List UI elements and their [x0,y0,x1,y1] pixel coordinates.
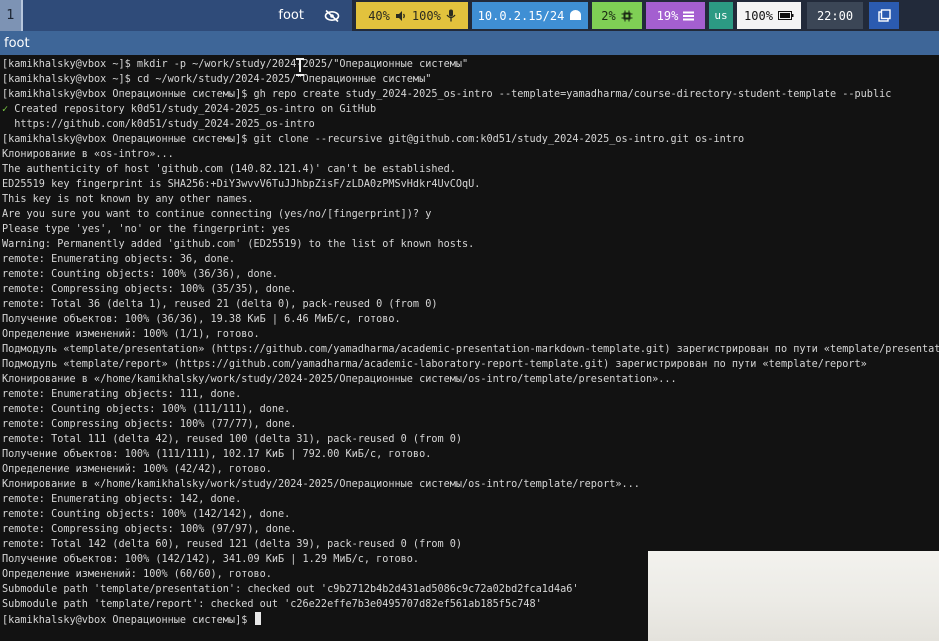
battery-module[interactable]: 100% [737,2,801,29]
text-cursor-icon [296,58,304,76]
focused-window-area [23,0,278,31]
terminal-line: remote: Compressing objects: 100% (35/35… [2,284,297,295]
microphone-icon [446,9,456,22]
terminal-line: Please type 'yes', 'no' or the fingerpri… [2,224,291,235]
terminal-line: Получение объектов: 100% (36/36), 19.38 … [2,314,401,325]
terminal-line: remote: Compressing objects: 100% (77/77… [2,419,297,430]
workspace-number: 1 [6,8,15,23]
terminal-line: This key is not known by any other names… [2,194,254,205]
terminal-line: https://github.com/k0d51/study_2024-2025… [2,119,315,130]
battery-icon [777,11,794,20]
terminal-line: Подмодуль «template/presentation» (https… [2,344,939,355]
speaker-icon [395,10,405,21]
terminal-line: remote: Total 36 (delta 1), reused 21 (d… [2,299,438,310]
battery-value: 100% [744,8,773,23]
terminal-line: remote: Enumerating objects: 111, done. [2,389,242,400]
idle-inhibitor-button[interactable] [312,0,352,31]
chip-icon [621,10,633,21]
clock[interactable]: 22:00 [807,2,863,29]
terminal-line: remote: Compressing objects: 100% (97/97… [2,524,297,535]
mic-value: 100% [411,8,441,23]
window-title: foot [4,35,30,51]
top-bar: 1 foot 40% 100% 10.0.2.15/24 2% 19% us 1… [0,0,939,31]
terminal-line: Клонирование в «/home/kamikhalsky/work/s… [2,479,640,490]
terminal-line: remote: Enumerating objects: 36, done. [2,254,236,265]
terminal-line: [kamikhalsky@vbox Операционные системы]$… [2,89,892,100]
keyboard-layout-indicator[interactable]: us [709,2,733,29]
network-module[interactable]: 10.0.2.15/24 [472,2,588,29]
ip-address: 10.0.2.15/24 [477,8,565,23]
terminal-line: remote: Counting objects: 100% (36/36), … [2,269,279,280]
tray-button[interactable] [869,2,899,29]
terminal-line: The authenticity of host 'github.com (14… [2,164,456,175]
cpu-module[interactable]: 2% [592,2,642,29]
terminal-line: [kamikhalsky@vbox ~]$ cd ~/work/study/20… [2,74,432,85]
memory-icon [683,11,695,20]
audio-module[interactable]: 40% 100% [356,2,468,29]
focused-window-title: foot [278,0,312,31]
clock-time: 22:00 [816,8,854,23]
tray-icon [877,9,891,22]
terminal-line: Определение изменений: 100% (1/1), готов… [2,329,260,340]
terminal-line: Клонирование в «/home/kamikhalsky/work/s… [2,374,677,385]
ethernet-icon [570,10,582,20]
terminal-line: Получение объектов: 100% (111/111), 102.… [2,449,432,460]
memory-value: 19% [656,8,679,23]
terminal-line: ED25519 key fingerprint is SHA256:+DiY3w… [2,179,481,190]
focused-window-title-text: foot [278,8,304,23]
terminal-line: Warning: Permanently added 'github.com' … [2,239,475,250]
keyboard-layout-value: us [714,9,728,22]
terminal-line: remote: Enumerating objects: 142, done. [2,494,242,505]
terminal-line: Are you sure you want to continue connec… [2,209,432,220]
terminal-line: remote: Total 111 (delta 42), reused 100… [2,434,463,445]
workspace-button[interactable]: 1 [0,0,23,31]
terminal-line: remote: Counting objects: 100% (111/111)… [2,404,291,415]
shell-prompt: [kamikhalsky@vbox Операционные системы]$ [2,615,254,626]
cpu-value: 2% [601,8,616,23]
terminal-cursor [255,612,262,625]
eye-off-icon [324,9,340,22]
webcam-overlay [648,551,939,641]
terminal-line: remote: Total 142 (delta 60), reused 121… [2,539,463,550]
terminal-line: Подмодуль «template/report» (https://git… [2,359,867,370]
terminal-line: Определение изменений: 100% (42/42), гот… [2,464,272,475]
terminal-line: [kamikhalsky@vbox ~]$ mkdir -p ~/work/st… [2,59,469,70]
terminal-line: Клонирование в «os-intro»... [2,149,174,160]
terminal-line: ✓ Created repository k0d51/study_2024-20… [2,104,377,115]
volume-value: 40% [368,8,390,23]
memory-module[interactable]: 19% [646,2,705,29]
terminal-line: remote: Counting objects: 100% (142/142)… [2,509,291,520]
terminal-line: [kamikhalsky@vbox Операционные системы]$… [2,134,745,145]
window-titlebar[interactable]: foot [0,31,939,55]
